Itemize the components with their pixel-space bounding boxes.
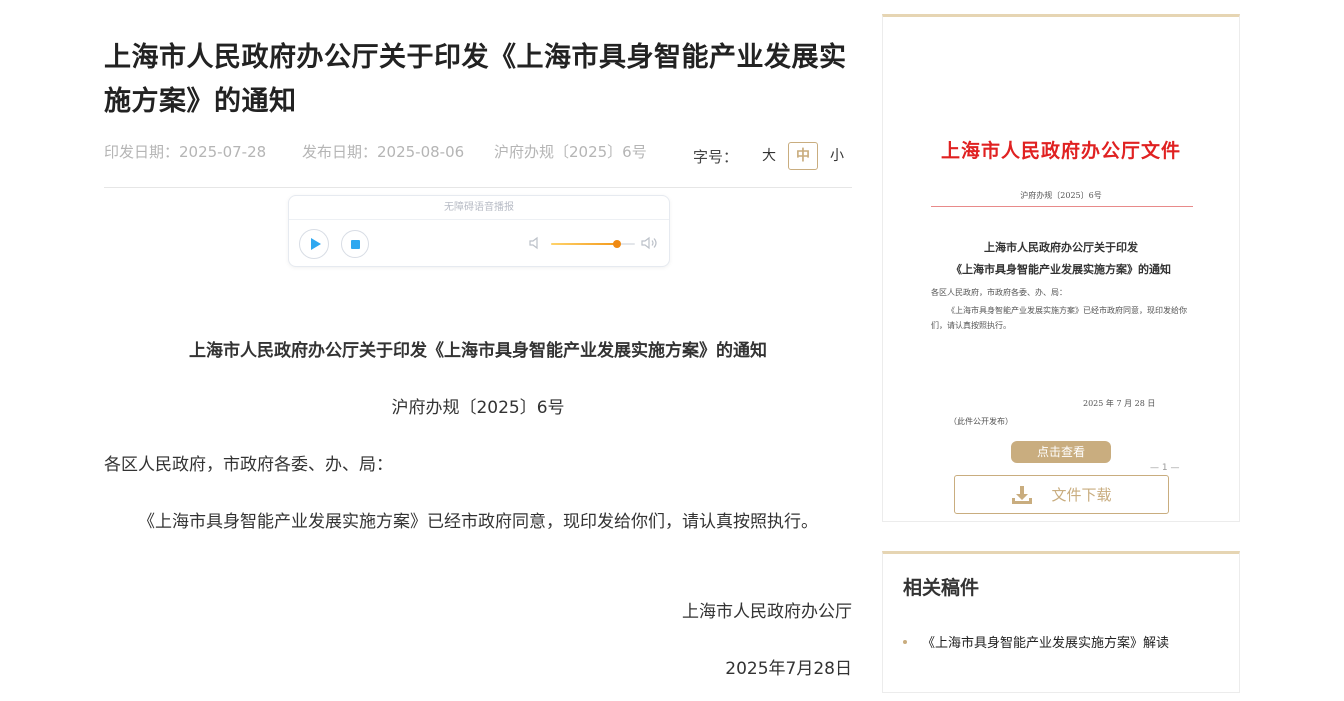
download-icon	[1011, 484, 1033, 506]
audio-controls	[289, 220, 669, 266]
preview-title-line2: 《上海市具身智能产业发展实施方案》的通知	[951, 263, 1171, 276]
document-title: 上海市人民政府办公厅关于印发《上海市具身智能产业发展实施方案》的通知	[189, 341, 767, 361]
font-size-switcher: 字号： 大 中 小	[693, 142, 852, 170]
preview-salutation: 各区人民政府，市政府各委、办、局：	[931, 288, 1067, 297]
audio-player-title: 无障碍语音播报	[289, 196, 669, 220]
volume-high-icon	[641, 236, 659, 250]
doc-number: 沪府办规〔2025〕6号	[494, 143, 647, 161]
volume-low-icon	[529, 236, 543, 250]
font-size-large-button[interactable]: 大	[754, 142, 784, 170]
view-document-button[interactable]: 点击查看	[1011, 441, 1111, 463]
document-number: 沪府办规〔2025〕6号	[391, 398, 565, 418]
signature-date: 2025年7月28日	[725, 659, 852, 679]
publish-date: 发布日期：2025-08-06	[302, 143, 465, 161]
meta-row: 印发日期：2025-07-28 发布日期：2025-08-06 沪府办规〔202…	[104, 141, 852, 188]
preview-title-line1: 上海市人民政府办公厅关于印发	[984, 241, 1138, 254]
bullet-icon	[903, 639, 907, 644]
stop-button[interactable]	[341, 230, 369, 258]
volume-slider-handle[interactable]	[612, 240, 621, 248]
play-button[interactable]	[299, 229, 329, 259]
download-button[interactable]: 文件下载	[954, 475, 1169, 514]
preview-date: 2025 年 7 月 28 日	[1083, 399, 1156, 408]
preview-red-header: 上海市人民政府办公厅文件	[940, 140, 1181, 162]
related-articles-card: 相关稿件 《上海市具身智能产业发展实施方案》解读	[882, 551, 1240, 693]
preview-doc-number: 沪府办规〔2025〕6号	[1020, 191, 1102, 200]
issue-date: 印发日期：2025-07-28	[104, 143, 267, 161]
document-preview-card: 上海市人民政府办公厅文件 沪府办规〔2025〕6号 上海市人民政府办公厅关于印发…	[882, 14, 1240, 522]
download-label: 文件下载	[1051, 486, 1112, 504]
article-header: 上海市人民政府办公厅关于印发《上海市具身智能产业发展实施方案》的通知 印发日期：…	[104, 36, 852, 188]
preview-body: 《上海市具身智能产业发展实施方案》已经市政府同意，现印发给你们，请认真按照执行。	[931, 306, 1187, 330]
related-heading: 相关稿件	[903, 577, 980, 599]
preview-note: （此件公开发布）	[949, 417, 1013, 426]
salutation: 各区人民政府，市政府各委、办、局：	[104, 455, 393, 475]
font-size-small-button[interactable]: 小	[822, 142, 852, 170]
preview-page-number: — 1 —	[1150, 463, 1180, 473]
related-item-label: 《上海市具身智能产业发展实施方案》解读	[922, 636, 1170, 651]
font-size-label: 字号：	[692, 147, 738, 166]
signature: 上海市人民政府办公厅	[682, 602, 852, 622]
audio-player: 无障碍语音播报	[288, 195, 670, 267]
volume-slider[interactable]	[551, 240, 635, 248]
font-size-medium-button[interactable]: 中	[788, 142, 818, 170]
preview-red-divider	[931, 206, 1193, 207]
volume-slider-fill	[551, 243, 617, 245]
related-item[interactable]: 《上海市具身智能产业发展实施方案》解读	[903, 632, 1169, 651]
page-title: 上海市人民政府办公厅关于印发《上海市具身智能产业发展实施方案》的通知	[104, 42, 847, 117]
body-paragraph: 《上海市具身智能产业发展实施方案》已经市政府同意，现印发给你们，请认真按照执行。	[138, 512, 818, 532]
